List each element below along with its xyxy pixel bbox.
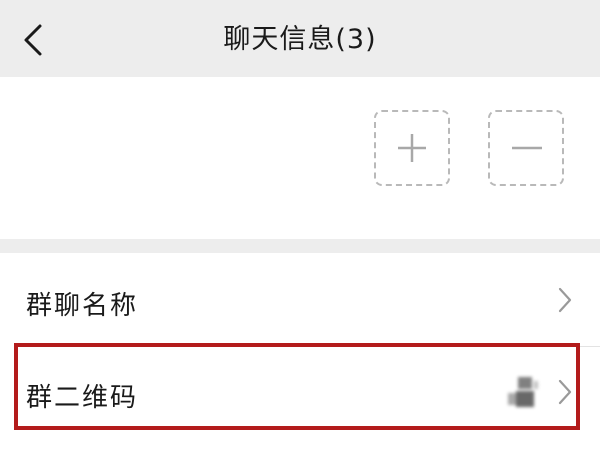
chevron-right-icon — [556, 285, 574, 315]
qr-code-icon — [508, 377, 538, 407]
minus-icon — [512, 146, 542, 150]
group-qr-code-label: 群二维码 — [26, 383, 139, 413]
remove-member-button[interactable] — [488, 110, 564, 186]
section-divider — [0, 239, 600, 253]
header-bar: 聊天信息(3) — [0, 0, 600, 77]
plus-icon — [398, 134, 426, 162]
group-name-label: 群聊名称 — [26, 291, 139, 321]
chevron-right-icon — [556, 377, 574, 407]
chevron-left-icon — [24, 24, 42, 56]
member-section — [0, 77, 600, 239]
back-button[interactable] — [14, 20, 54, 60]
group-name-row[interactable]: 群聊名称 — [0, 253, 600, 347]
add-member-button[interactable] — [374, 110, 450, 186]
page-title: 聊天信息(3) — [223, 24, 377, 55]
group-qr-code-row[interactable]: 群二维码 — [0, 347, 600, 437]
